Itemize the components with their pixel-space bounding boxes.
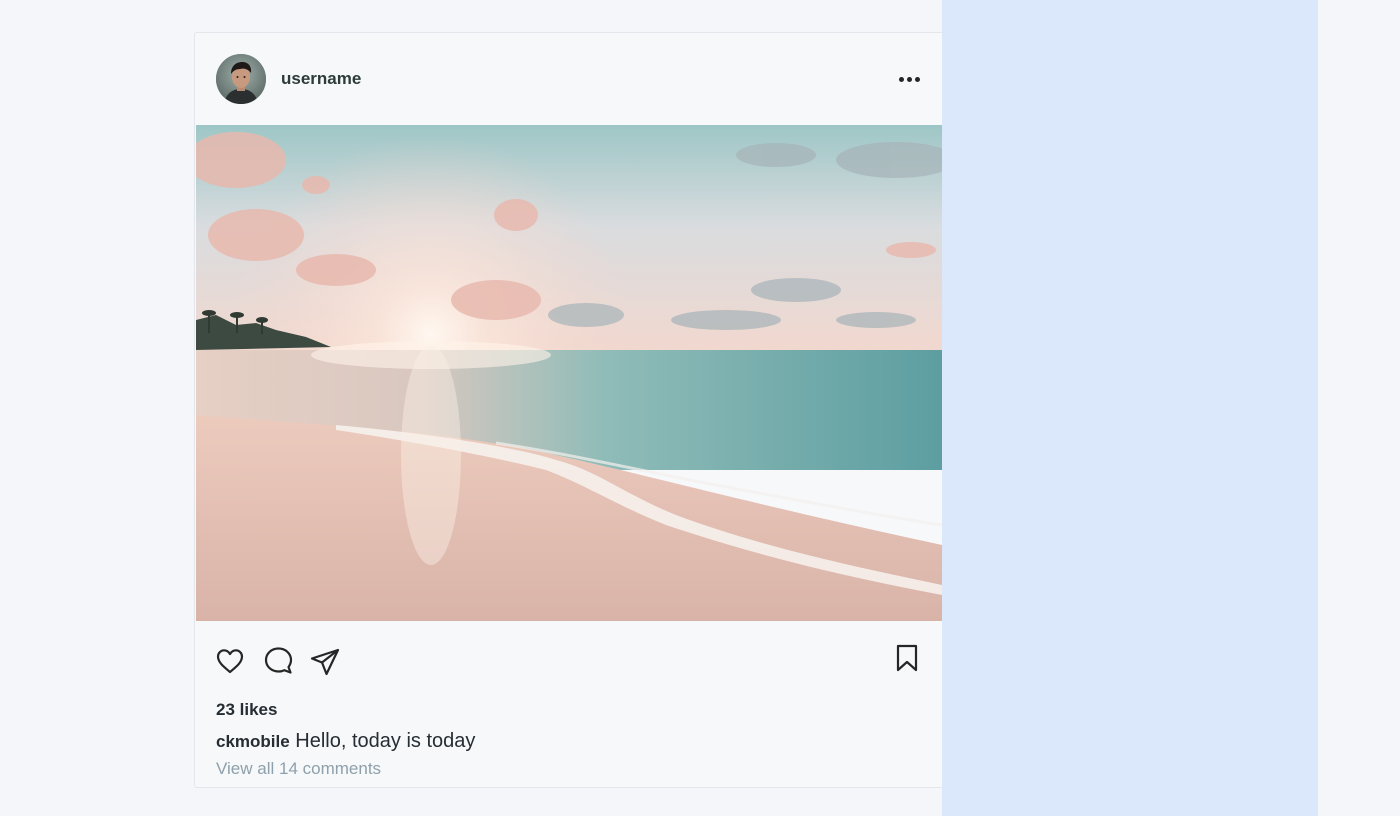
caption-username[interactable]: ckmobile	[216, 732, 290, 751]
post-image[interactable]	[196, 125, 942, 621]
heart-icon[interactable]	[216, 648, 244, 679]
more-options-icon[interactable]	[895, 69, 923, 89]
view-comments-link[interactable]: View all 14 comments	[216, 759, 381, 779]
post-actions	[195, 621, 942, 691]
likes-count[interactable]: 23 likes	[216, 700, 277, 720]
comment-icon[interactable]	[264, 647, 293, 680]
avatar[interactable]	[216, 54, 266, 104]
send-icon[interactable]	[310, 648, 340, 681]
caption-text: Hello, today is today	[295, 730, 476, 752]
side-panel	[942, 0, 1318, 816]
post-header: username	[195, 33, 942, 125]
post-caption: ckmobile Hello, today is today	[216, 730, 475, 753]
avatar-image	[216, 54, 266, 104]
post-card: username 23 likes ckmobile Hello, today …	[194, 32, 942, 788]
post-username[interactable]: username	[281, 69, 361, 89]
beach-sunset-photo	[196, 125, 942, 621]
bookmark-icon[interactable]	[895, 644, 919, 677]
